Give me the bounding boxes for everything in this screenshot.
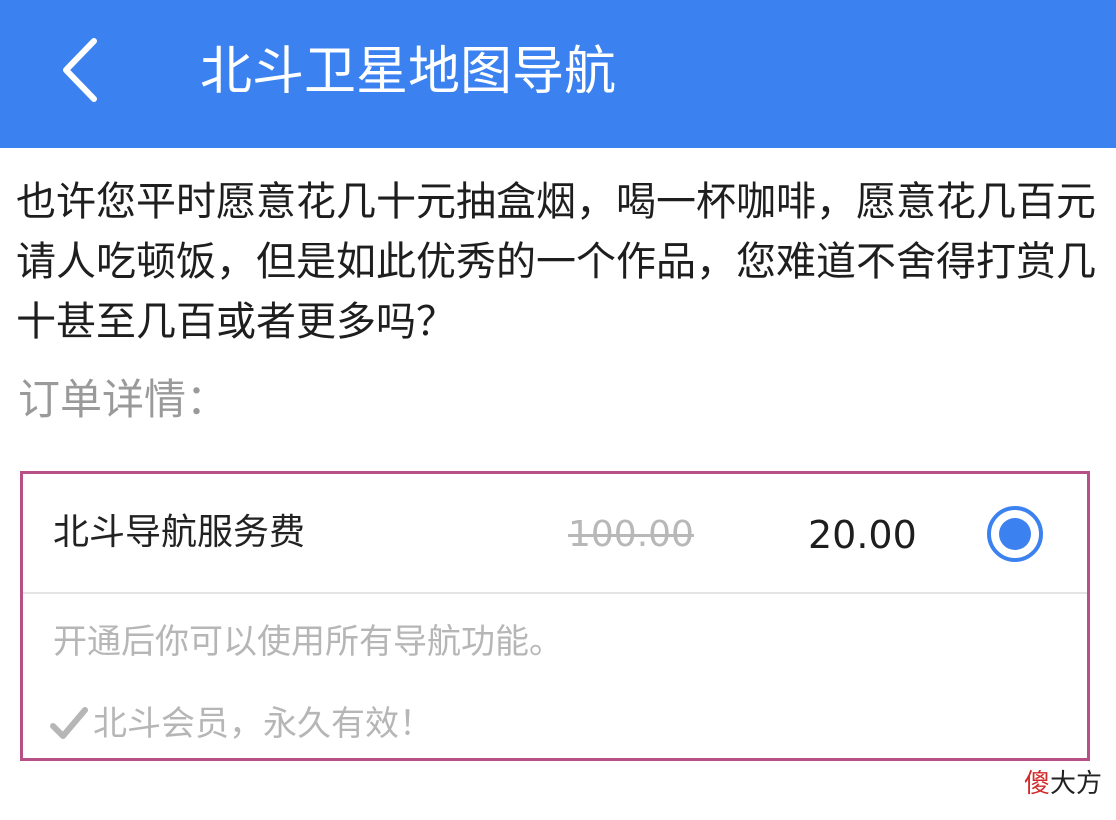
order-card: 北斗导航服务费 100.00 20.00 开通后你可以使用所有导航功能。 北斗会…	[20, 471, 1090, 761]
service-name: 北斗导航服务费	[53, 512, 306, 553]
page-title: 北斗卫星地图导航	[200, 42, 617, 102]
back-button[interactable]	[40, 28, 120, 112]
app-header: 北斗卫星地图导航	[0, 0, 1116, 148]
page: 北斗卫星地图导航 也许您平时愿意花几十元抽盒烟，喝一杯咖啡，愿意花几百元请人吃顿…	[0, 0, 1116, 820]
checkmark-icon	[50, 707, 88, 739]
order-details-label: 订单详情：	[18, 375, 229, 424]
intro-text: 也许您平时愿意花几十元抽盒烟，喝一杯咖啡，愿意花几百元请人吃顿饭，但是如此优秀的…	[16, 179, 1096, 345]
membership-note: 北斗会员，永久有效！	[49, 699, 433, 749]
selected-radio-button[interactable]	[987, 506, 1043, 562]
watermark: 傻大方	[1024, 767, 1102, 801]
service-description: 开通后你可以使用所有导航功能。	[53, 622, 563, 662]
watermark-text: 大方	[1050, 769, 1103, 799]
original-price: 100.00	[568, 514, 694, 555]
chevron-left-icon	[63, 38, 97, 102]
order-option-row[interactable]: 北斗导航服务费 100.00 20.00	[23, 474, 1087, 594]
watermark-accent: 傻	[1024, 769, 1051, 799]
radio-dot	[999, 518, 1031, 550]
membership-note-text: 北斗会员，永久有效！	[93, 704, 433, 744]
sale-price: 20.00	[808, 513, 917, 557]
